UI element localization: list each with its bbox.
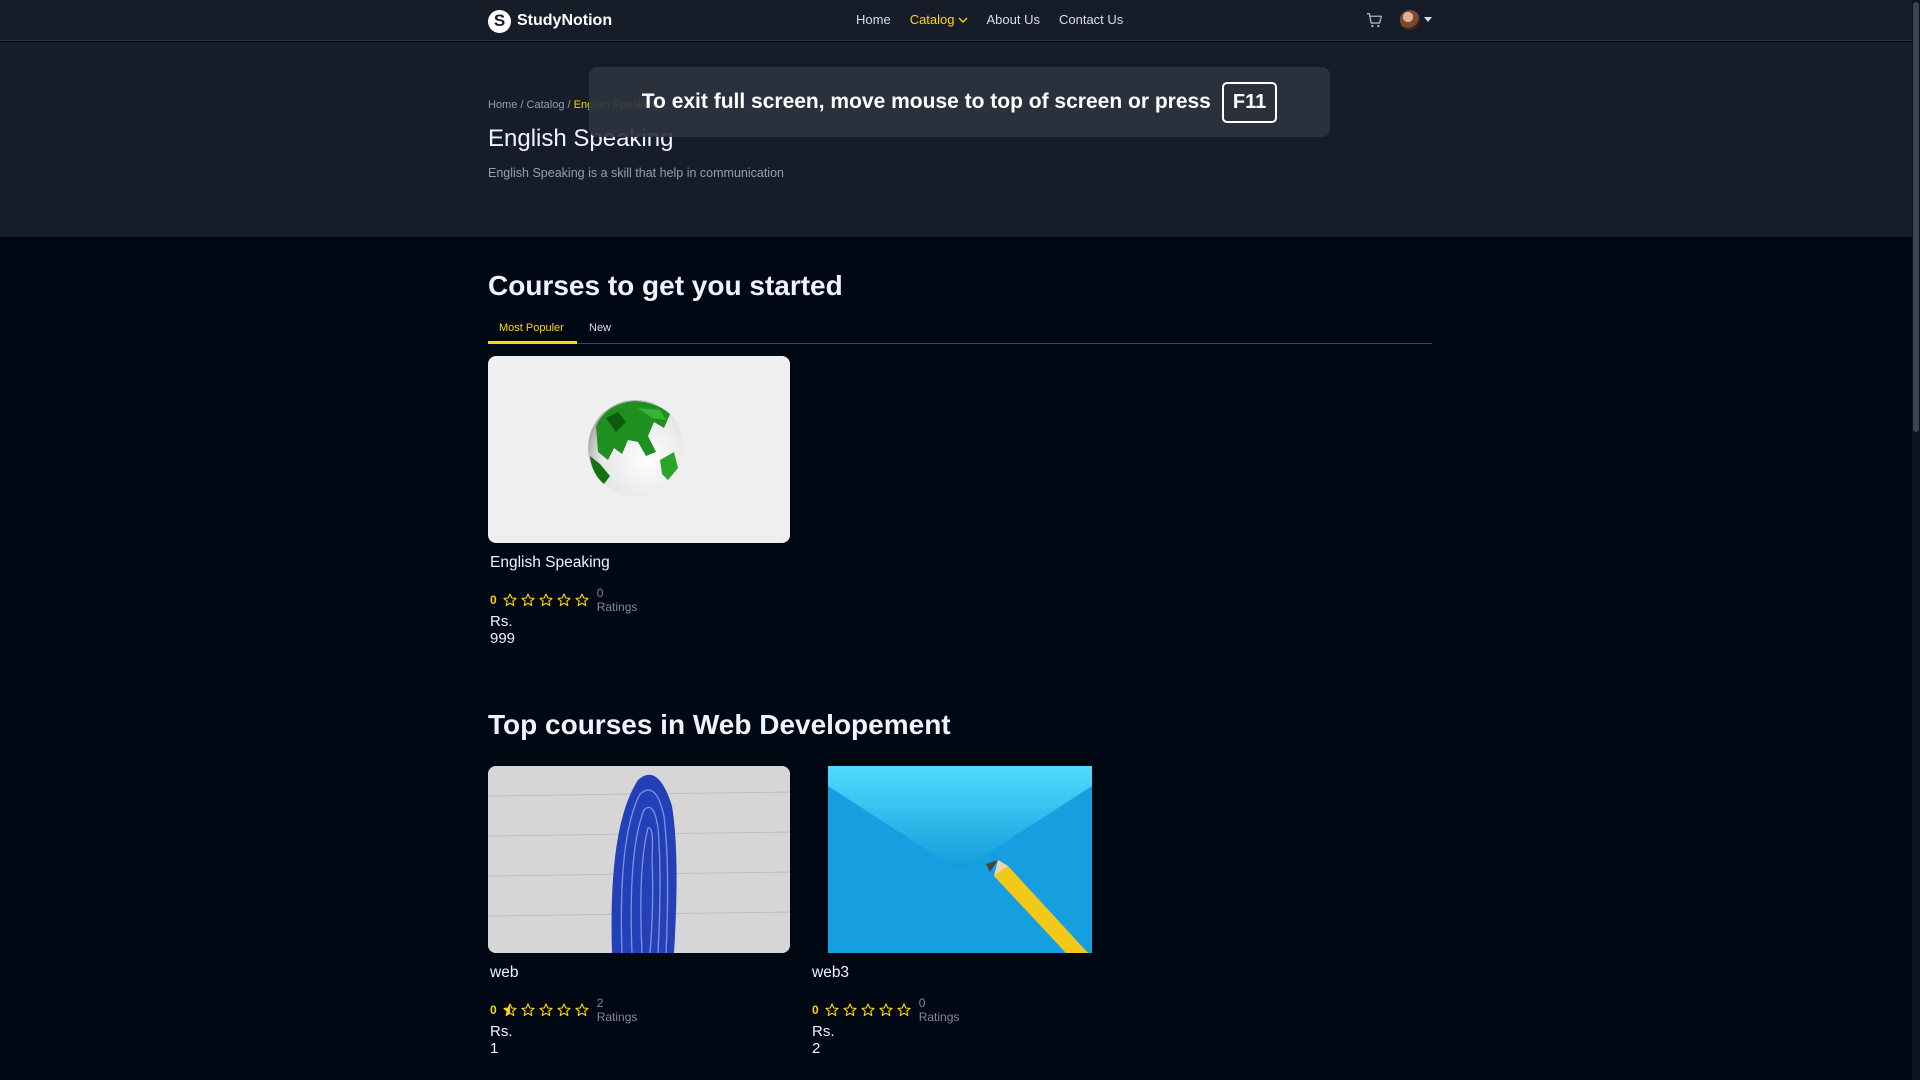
breadcrumb-home[interactable]: Home bbox=[488, 99, 517, 111]
course-thumbnail[interactable] bbox=[828, 766, 1092, 953]
navbar: S StudyNotion Home Catalog About Us Cont… bbox=[0, 0, 1920, 41]
course-name[interactable]: web bbox=[490, 964, 518, 982]
rating-value: 0 bbox=[490, 1003, 497, 1017]
globe-image bbox=[588, 400, 684, 496]
fullscreen-notice: To exit full screen, move mouse to top o… bbox=[589, 67, 1330, 137]
logo[interactable]: S StudyNotion bbox=[488, 9, 612, 33]
star-icon bbox=[521, 593, 535, 607]
breadcrumb-catalog[interactable]: Catalog bbox=[527, 99, 565, 111]
nav-catalog[interactable]: Catalog bbox=[910, 12, 968, 27]
course-tabs: Most Populer New bbox=[488, 317, 1432, 344]
caret-down-icon[interactable] bbox=[1424, 17, 1432, 22]
section-title-web-dev: Top courses in Web Developement bbox=[488, 709, 951, 740]
section-title-started: Courses to get you started bbox=[488, 270, 843, 301]
star-icon bbox=[521, 1003, 535, 1017]
tab-active-indicator bbox=[488, 341, 577, 344]
course-thumbnail[interactable] bbox=[488, 766, 790, 953]
envelope-image bbox=[828, 766, 1092, 953]
course-name[interactable]: web3 bbox=[812, 964, 849, 982]
ratings-count: 0 Ratings bbox=[596, 586, 638, 614]
rating-row: 0 2 Ratings bbox=[490, 996, 637, 1024]
nav-links: Home Catalog About Us Contact Us bbox=[856, 12, 1123, 27]
rating-value: 0 bbox=[490, 593, 497, 607]
rating-row: 0 0 Ratings bbox=[812, 996, 959, 1024]
cart-icon[interactable] bbox=[1366, 12, 1383, 29]
fullscreen-notice-text: To exit full screen, move mouse to top o… bbox=[641, 90, 1211, 113]
star-rating bbox=[503, 1003, 589, 1017]
star-icon bbox=[825, 1003, 839, 1017]
nav-contact[interactable]: Contact Us bbox=[1059, 12, 1123, 27]
course-price: Rs. 999 bbox=[490, 613, 516, 647]
star-rating bbox=[503, 593, 589, 607]
star-icon bbox=[557, 593, 571, 607]
star-icon bbox=[879, 1003, 893, 1017]
star-icon bbox=[539, 593, 553, 607]
nav-catalog-label: Catalog bbox=[909, 12, 955, 27]
logo-mark-icon: S bbox=[488, 9, 511, 33]
star-icon bbox=[843, 1003, 857, 1017]
rating-value: 0 bbox=[812, 1003, 819, 1017]
star-icon bbox=[575, 593, 589, 607]
course-price: Rs. 1 bbox=[490, 1023, 513, 1057]
chevron-down-icon bbox=[958, 17, 967, 23]
tab-new[interactable]: New bbox=[589, 322, 611, 334]
tab-most-popular[interactable]: Most Populer bbox=[499, 322, 564, 334]
nav-home[interactable]: Home bbox=[856, 12, 891, 27]
star-icon bbox=[557, 1003, 571, 1017]
star-icon bbox=[861, 1003, 875, 1017]
breadcrumb-separator: / bbox=[564, 99, 574, 111]
star-icon bbox=[539, 1003, 553, 1017]
scrollbar-thumb[interactable] bbox=[1913, 2, 1919, 432]
ratings-count: 2 Ratings bbox=[596, 996, 638, 1024]
course-name[interactable]: English Speaking bbox=[490, 554, 610, 572]
rating-row: 0 0 Ratings bbox=[490, 586, 637, 614]
star-icon bbox=[897, 1003, 911, 1017]
breadcrumb-separator: / bbox=[517, 99, 527, 111]
fingerprint-image bbox=[488, 766, 790, 953]
course-price: Rs. 2 bbox=[812, 1023, 835, 1057]
ratings-count: 0 Ratings bbox=[918, 996, 960, 1024]
star-icon bbox=[575, 1003, 589, 1017]
logo-text: StudyNotion bbox=[517, 12, 613, 29]
nav-about[interactable]: About Us bbox=[987, 12, 1040, 27]
course-thumbnail[interactable] bbox=[488, 356, 790, 543]
avatar[interactable] bbox=[1400, 10, 1420, 30]
page-description: English Speaking is a skill that help in… bbox=[488, 166, 784, 180]
star-icon bbox=[503, 1003, 517, 1017]
fullscreen-key: F11 bbox=[1221, 81, 1278, 123]
star-rating bbox=[825, 1003, 911, 1017]
star-icon bbox=[503, 593, 517, 607]
scrollbar[interactable] bbox=[1912, 0, 1920, 1080]
page: S StudyNotion Home Catalog About Us Cont… bbox=[0, 0, 1920, 1080]
